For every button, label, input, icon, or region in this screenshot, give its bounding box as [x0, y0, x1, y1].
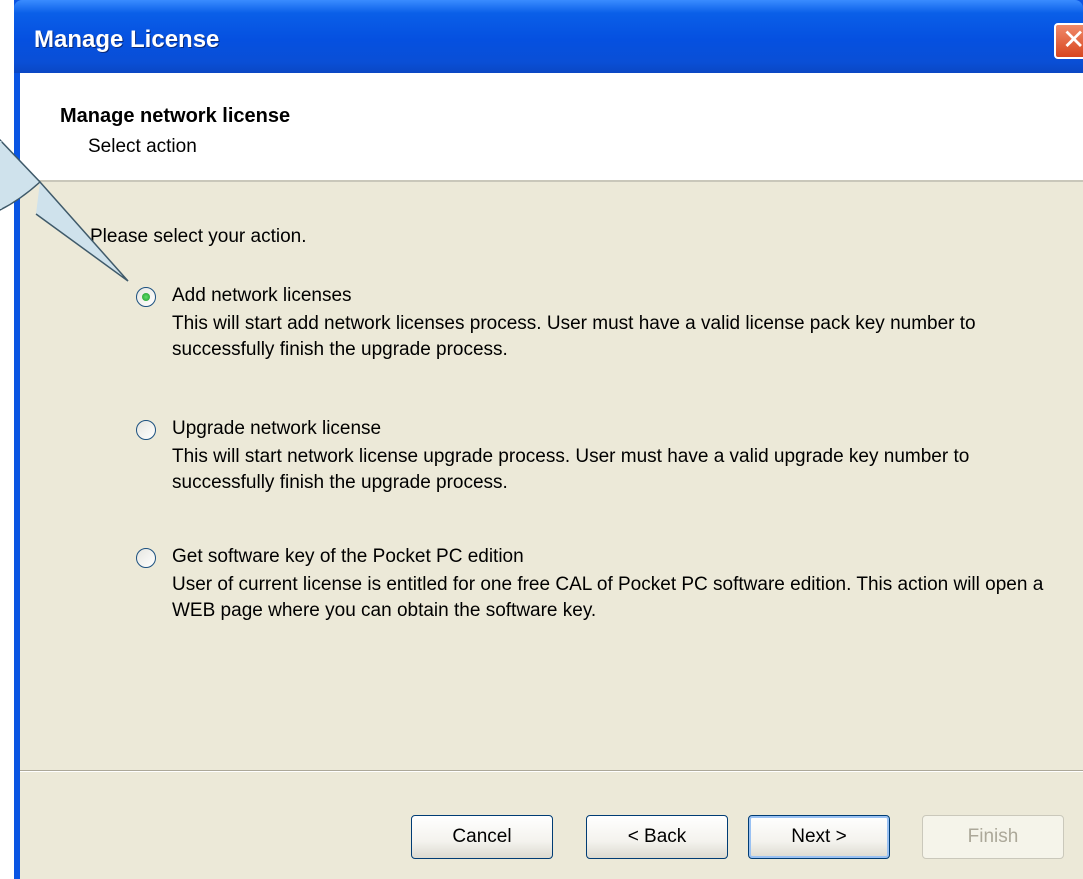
next-button[interactable]: Next > — [748, 815, 890, 859]
option-label[interactable]: Upgrade network license — [172, 418, 381, 440]
close-icon[interactable]: ✕ — [1054, 23, 1083, 59]
window-title: Manage License — [34, 26, 220, 53]
page-title: Manage network license — [60, 105, 291, 127]
footer-separator — [20, 770, 1083, 772]
back-button[interactable]: < Back — [586, 815, 728, 859]
wizard-header: Manage network license Select action — [20, 73, 1083, 182]
page-subtitle: Select action — [88, 136, 197, 157]
title-bar[interactable]: Manage License ✕ — [14, 0, 1083, 73]
option-description: This will start network license upgrade … — [172, 446, 970, 493]
radio-add-network-licenses[interactable] — [136, 287, 156, 307]
dialog-client-area: Manage network license Select action Ple… — [20, 73, 1083, 879]
option-label[interactable]: Add network licenses — [172, 285, 352, 307]
radio-get-pocket-pc-key[interactable] — [136, 548, 156, 568]
cancel-button[interactable]: Cancel — [411, 815, 553, 859]
instruction-text: Please select your action. — [90, 226, 307, 247]
finish-button: Finish — [922, 815, 1064, 859]
option-description: User of current license is entitled for … — [172, 574, 1044, 621]
radio-upgrade-network-license[interactable] — [136, 420, 156, 440]
option-description: This will start add network licenses pro… — [172, 313, 976, 360]
dialog-window: Manage License ✕ Manage network license … — [14, 0, 1083, 879]
option-label[interactable]: Get software key of the Pocket PC editio… — [172, 546, 524, 568]
